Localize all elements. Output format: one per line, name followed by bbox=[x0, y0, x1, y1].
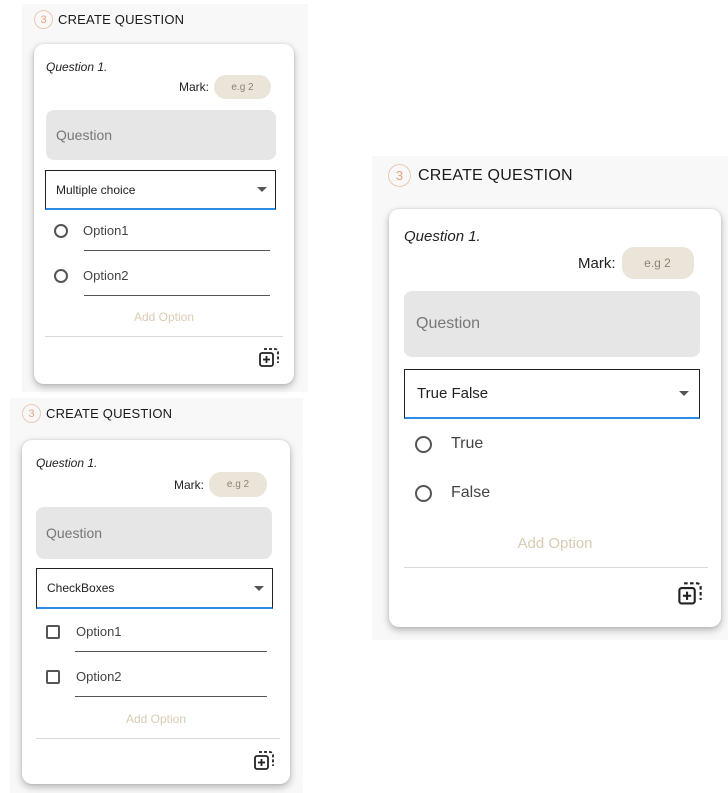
option-row[interactable]: Option1 bbox=[46, 624, 122, 639]
step-number-badge: 3 bbox=[22, 404, 41, 423]
question-input[interactable]: Question bbox=[36, 507, 272, 559]
question-type-select[interactable]: True False bbox=[404, 369, 700, 419]
mark-input[interactable]: e.g 2 bbox=[209, 472, 267, 497]
chevron-down-icon bbox=[254, 585, 264, 591]
mark-field: Mark: e.g 2 bbox=[578, 247, 694, 279]
mark-label: Mark: bbox=[174, 477, 204, 492]
add-option-button[interactable]: Add Option bbox=[22, 712, 290, 726]
option-row[interactable]: Option2 bbox=[54, 268, 129, 283]
section-header: 3 CREATE QUESTION bbox=[22, 404, 172, 423]
mark-field: Mark: e.g 2 bbox=[179, 75, 271, 99]
create-question-panel-checkboxes: 3 CREATE QUESTION Question 1. Mark: e.g … bbox=[10, 398, 303, 793]
mark-label: Mark: bbox=[179, 80, 209, 94]
create-question-panel-true-false: 3 CREATE QUESTION Question 1. Mark: e.g … bbox=[372, 156, 728, 640]
section-title: CREATE QUESTION bbox=[58, 12, 185, 27]
question-card: Question 1. Mark: e.g 2 Question CheckBo… bbox=[22, 440, 290, 784]
question-type-value: Multiple choice bbox=[56, 182, 136, 197]
mark-label: Mark: bbox=[578, 254, 616, 272]
section-title: CREATE QUESTION bbox=[46, 406, 173, 421]
checkbox[interactable] bbox=[46, 669, 60, 684]
chevron-down-icon bbox=[257, 187, 267, 192]
question-label: Question 1. bbox=[46, 60, 108, 74]
checkbox[interactable] bbox=[46, 624, 60, 639]
option-row[interactable]: Option1 bbox=[54, 223, 129, 238]
divider bbox=[45, 336, 283, 337]
option-label: Option2 bbox=[83, 268, 129, 283]
mark-input[interactable]: e.g 2 bbox=[214, 75, 271, 99]
option-row[interactable]: True bbox=[415, 435, 483, 453]
option-underline bbox=[75, 696, 267, 697]
step-number-badge: 3 bbox=[34, 10, 53, 29]
create-question-panel-multiple-choice: 3 CREATE QUESTION Question 1. Mark: e.g … bbox=[22, 4, 308, 392]
add-question-icon[interactable] bbox=[253, 750, 275, 772]
option-underline bbox=[75, 651, 267, 652]
option-label: Option2 bbox=[76, 669, 122, 684]
question-type-select[interactable]: CheckBoxes bbox=[36, 568, 273, 609]
mark-field: Mark: e.g 2 bbox=[174, 472, 267, 497]
add-question-icon[interactable] bbox=[258, 347, 280, 369]
question-type-value: True False bbox=[417, 385, 489, 402]
radio-button[interactable] bbox=[415, 435, 432, 453]
option-row[interactable]: Option2 bbox=[46, 669, 122, 684]
option-label: True bbox=[451, 435, 484, 452]
option-row[interactable]: False bbox=[415, 484, 490, 502]
option-label: Option1 bbox=[83, 223, 129, 238]
chevron-down-icon bbox=[679, 391, 689, 396]
mark-input[interactable]: e.g 2 bbox=[621, 247, 694, 279]
section-header: 3 CREATE QUESTION bbox=[388, 164, 573, 187]
divider bbox=[36, 738, 280, 739]
section-header: 3 CREATE QUESTION bbox=[34, 10, 184, 29]
question-type-value: CheckBoxes bbox=[47, 581, 115, 595]
section-title: CREATE QUESTION bbox=[418, 166, 573, 184]
question-label: Question 1. bbox=[36, 456, 98, 470]
option-label: Option1 bbox=[76, 624, 122, 639]
question-input[interactable]: Question bbox=[404, 291, 700, 357]
add-question-icon[interactable] bbox=[677, 581, 703, 607]
radio-button[interactable] bbox=[54, 223, 68, 238]
option-underline bbox=[84, 250, 270, 251]
question-card: Question 1. Mark: e.g 2 Question True Fa… bbox=[389, 209, 721, 627]
question-card: Question 1. Mark: e.g 2 Question Multipl… bbox=[34, 44, 294, 384]
add-option-button[interactable]: Add Option bbox=[34, 310, 294, 324]
radio-button[interactable] bbox=[54, 268, 68, 283]
option-underline bbox=[84, 295, 270, 296]
add-option-button[interactable]: Add Option bbox=[389, 535, 721, 552]
radio-button[interactable] bbox=[415, 484, 432, 502]
option-label: False bbox=[451, 484, 491, 501]
divider bbox=[404, 567, 708, 568]
question-type-select[interactable]: Multiple choice bbox=[45, 170, 276, 210]
step-number-badge: 3 bbox=[388, 164, 411, 187]
question-label: Question 1. bbox=[404, 228, 481, 245]
question-input[interactable]: Question bbox=[46, 110, 276, 160]
